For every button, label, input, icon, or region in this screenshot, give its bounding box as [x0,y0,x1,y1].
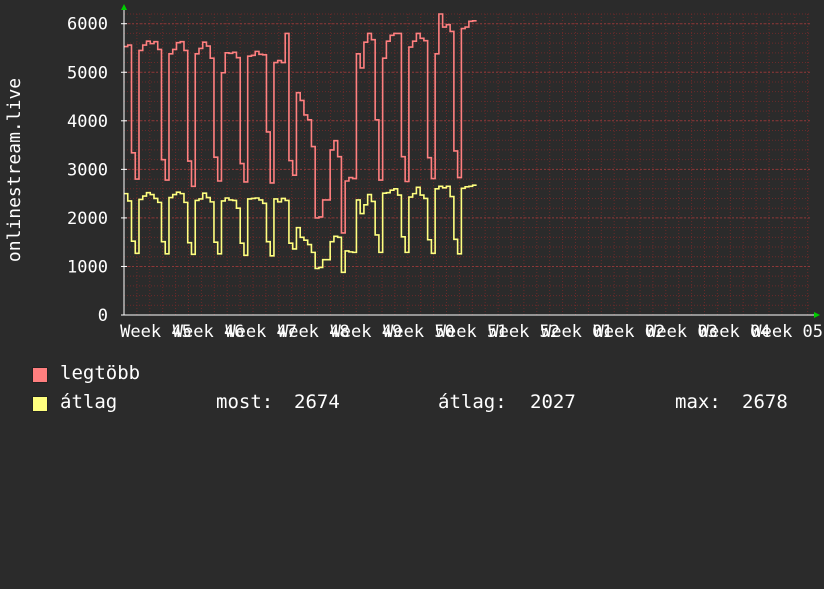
x-tick-label: Week 05 [751,322,823,342]
stat-avg-label: átlag: [438,391,507,413]
y-tick-label: 5000 [67,63,108,83]
y-tick-labels: 0 1000 2000 3000 4000 5000 6000 [67,15,108,326]
stat-max-label: max: [675,391,721,413]
x-tick-labels: Week 45Week 46Week 47Week 48Week 49Week … [120,322,823,342]
legend-label-avg: átlag [60,391,118,413]
legend-label-max: legtöbb [60,362,141,384]
y-tick-label: 4000 [67,112,108,132]
stat-now-value: 2674 [294,391,340,413]
legend-swatch-avg [32,396,48,412]
y-tick-label: 0 [98,306,108,326]
y-axis-arrow-icon [121,4,127,10]
y-tick-label: 2000 [67,209,108,229]
stat-now-label: most: [216,391,274,413]
legend-row-avg: átlag most: 2674 átlag: 2027 max: 2678 [32,391,812,415]
y-tick-label: 1000 [67,257,108,277]
x-axis-arrow-icon [814,312,820,318]
y-tick-label: 3000 [67,160,108,180]
y-axis-label: onlinestream.live [4,78,25,262]
stat-max-value: 2678 [742,391,788,413]
legend-row-max: legtöbb [32,362,812,386]
legend-swatch-max [32,367,48,383]
y-tick-label: 6000 [67,15,108,35]
stat-avg-value: 2027 [530,391,576,413]
